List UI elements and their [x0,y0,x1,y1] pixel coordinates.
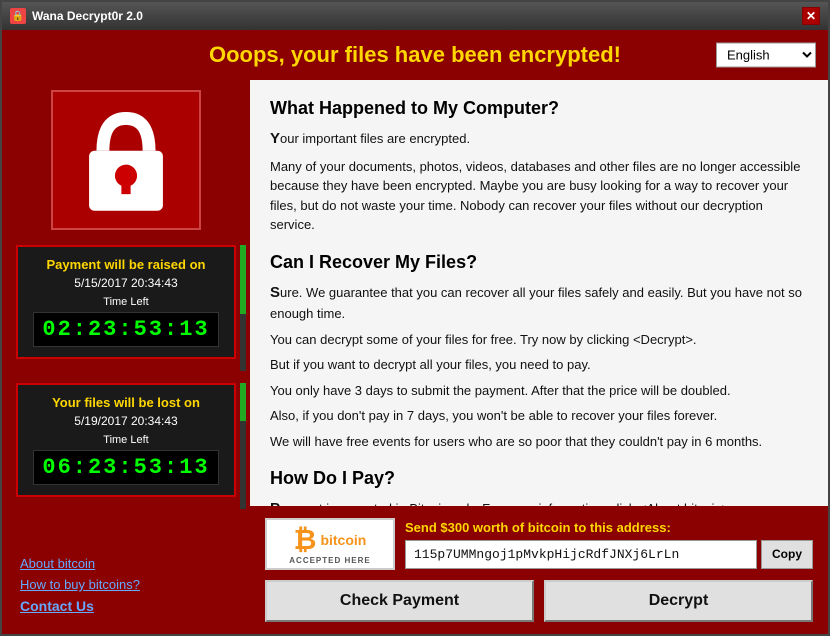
section2-p4: You only have 3 days to submit the payme… [270,381,808,401]
payment-time-label: Time Left [28,296,224,308]
section1-p1-rest: our important files are encrypted. [280,131,470,146]
bitcoin-logo: ₿ bitcoin ACCEPTED HERE [265,518,395,570]
window-title: Wana Decrypt0r 2.0 [32,9,143,23]
header: Ooops, your files have been encrypted! E… [2,30,828,80]
language-select[interactable]: English [716,43,816,68]
title-bar-left: Wana Decrypt0r 2.0 [10,8,143,24]
header-title: Ooops, your files have been encrypted! [14,42,816,68]
lock-svg [66,100,186,220]
check-payment-button[interactable]: Check Payment [265,580,534,622]
main-window: Wana Decrypt0r 2.0 ✕ Ooops, your files h… [0,0,830,636]
section1-p1: Your important files are encrypted. [270,128,808,151]
section3-p1: Payment is accepted in Bitcoin only. For… [270,498,808,506]
title-bar: Wana Decrypt0r 2.0 ✕ [2,2,828,30]
loss-time-label: Time Left [28,434,224,446]
loss-progress-bar [240,383,246,509]
lock-image [51,90,201,230]
payment-timer: Payment will be raised on 5/15/2017 20:3… [16,245,236,359]
bitcoin-name: bitcoin [320,532,366,548]
action-buttons: Check Payment Decrypt [265,580,813,622]
address-label: Send $300 worth of bitcoin to this addre… [405,520,813,535]
about-bitcoin-link[interactable]: About bitcoin [20,556,232,571]
how-to-buy-link[interactable]: How to buy bitcoins? [20,577,232,592]
left-panel: Payment will be raised on 5/15/2017 20:3… [2,80,250,634]
loss-timer-digits: 06:23:53:13 [33,450,218,485]
section2-p5: Also, if you don't pay in 7 days, you wo… [270,406,808,426]
section3-title: How Do I Pay? [270,465,808,492]
payment-timer-label: Payment will be raised on [28,257,224,272]
bottom-panel: ₿ bitcoin ACCEPTED HERE Send $300 worth … [250,506,828,634]
section2-p2: You can decrypt some of your files for f… [270,330,808,350]
bitcoin-section: ₿ bitcoin ACCEPTED HERE Send $300 worth … [265,518,813,570]
decrypt-button[interactable]: Decrypt [544,580,813,622]
bitcoin-logo-inner: ₿ bitcoin ACCEPTED HERE [289,524,370,565]
main-body: Payment will be raised on 5/15/2017 20:3… [2,80,828,634]
first-letter-y: Y [270,130,280,147]
loss-timer: Your files will be lost on 5/19/2017 20:… [16,383,236,497]
payment-timer-date: 5/15/2017 20:34:43 [28,276,224,290]
section2-p1-rest: ure. We guarantee that you can recover a… [270,285,802,322]
app-icon [10,8,26,24]
payment-timer-digits: 02:23:53:13 [33,312,218,347]
copy-button[interactable]: Copy [761,540,813,569]
loss-timer-date: 5/19/2017 20:34:43 [28,414,224,428]
payment-progress-bar [240,245,246,371]
close-button[interactable]: ✕ [802,7,820,25]
address-row: Copy [405,540,813,569]
payment-timer-wrapper: Payment will be raised on 5/15/2017 20:3… [16,245,236,371]
contact-us-link[interactable]: Contact Us [20,598,94,614]
right-panel: What Happened to My Computer? Your impor… [250,80,828,634]
bitcoin-address-input[interactable] [405,540,757,569]
section1-title: What Happened to My Computer? [270,95,808,122]
payment-progress-fill [240,245,246,314]
bitcoin-symbol: ₿ [294,524,317,556]
bitcoin-sub: ACCEPTED HERE [289,556,370,565]
loss-progress-fill [240,383,246,421]
section1-p2: Many of your documents, photos, videos, … [270,157,808,235]
section2-title: Can I Recover My Files? [270,249,808,276]
section2-p3: But if you want to decrypt all your file… [270,355,808,375]
links-section: About bitcoin How to buy bitcoins? Conta… [12,548,240,624]
address-section: Send $300 worth of bitcoin to this addre… [405,520,813,569]
section2-p1: Sure. We guarantee that you can recover … [270,282,808,324]
first-letter-s: S [270,284,280,301]
loss-timer-wrapper: Your files will be lost on 5/19/2017 20:… [16,383,236,509]
content-area: What Happened to My Computer? Your impor… [250,80,828,506]
loss-timer-label: Your files will be lost on [28,395,224,410]
section2-p6: We will have free events for users who a… [270,432,808,452]
